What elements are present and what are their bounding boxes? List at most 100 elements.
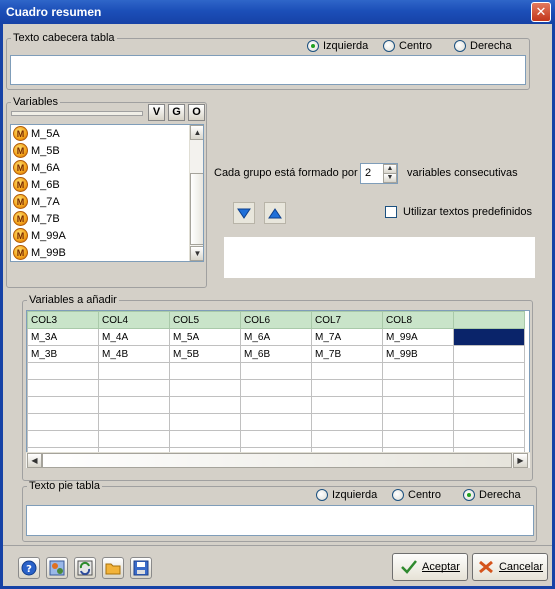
list-item[interactable]: M M_5B <box>11 142 203 159</box>
grid-cell[interactable] <box>382 413 454 431</box>
grid-cell[interactable] <box>240 396 312 414</box>
list-item[interactable]: M M_99B <box>11 244 203 261</box>
grid-cell[interactable]: M_4B <box>98 345 170 363</box>
grid-cell[interactable]: M_99A <box>382 328 454 346</box>
refresh-button[interactable] <box>74 557 96 579</box>
footer-text-input[interactable] <box>26 505 534 536</box>
list-item[interactable]: M M_7B <box>11 210 203 227</box>
save-button[interactable] <box>130 557 152 579</box>
radio[interactable] <box>383 40 395 52</box>
group-size-spinner[interactable]: 2 ▲ ▼ <box>360 163 398 184</box>
table-row[interactable]: M_3A M_4A M_5A M_6A M_7A M_99A <box>27 328 525 346</box>
header-align-left[interactable]: Izquierda <box>307 40 368 52</box>
grid-cell[interactable] <box>169 430 241 448</box>
scroll-left-button[interactable]: ◀ <box>27 453 42 468</box>
grid-cell[interactable] <box>27 396 99 414</box>
radio[interactable] <box>454 40 466 52</box>
grid-cell[interactable] <box>27 430 99 448</box>
accept-button[interactable]: Aceptar <box>392 553 468 581</box>
scroll-up-button[interactable]: ▲ <box>190 125 203 140</box>
grid-cell[interactable] <box>98 379 170 397</box>
scroll-right-button[interactable]: ▶ <box>513 453 528 468</box>
grid-cell[interactable] <box>27 362 99 380</box>
grid-cell-selected[interactable] <box>453 328 525 346</box>
grid-cell[interactable] <box>240 430 312 448</box>
grid-cell[interactable] <box>311 379 383 397</box>
column-header[interactable]: COL7 <box>311 311 383 329</box>
list-item[interactable]: M M_6B <box>11 176 203 193</box>
grid-cell[interactable] <box>382 396 454 414</box>
grid-cell[interactable]: M_99B <box>382 345 454 363</box>
footer-align-left[interactable]: Izquierda <box>316 489 377 501</box>
grid-cell[interactable] <box>453 379 525 397</box>
column-header[interactable]: COL4 <box>98 311 170 329</box>
column-header[interactable]: COL5 <box>169 311 241 329</box>
title-bar[interactable]: Cuadro resumen ✕ <box>0 0 555 24</box>
grid-cell[interactable] <box>27 379 99 397</box>
variables-o-button[interactable]: O <box>188 104 205 121</box>
grid-cell[interactable] <box>311 362 383 380</box>
radio-selected[interactable] <box>463 489 475 501</box>
grid-cell[interactable] <box>311 413 383 431</box>
grid-cell[interactable]: M_6B <box>240 345 312 363</box>
variables-list[interactable]: M M_5A M M_5B M M_6A M M_6B M M_7A M M_7B M M_9… <box>10 124 204 262</box>
grid-cell[interactable] <box>98 413 170 431</box>
column-header[interactable]: COL8 <box>382 311 454 329</box>
help-button[interactable]: ? <box>18 557 40 579</box>
list-item[interactable]: M M_5A <box>11 125 203 142</box>
grid-cell[interactable] <box>382 362 454 380</box>
list-item[interactable]: M M_99A <box>11 227 203 244</box>
scroll-thumb[interactable] <box>190 173 203 245</box>
close-button[interactable]: ✕ <box>531 2 551 22</box>
predefined-texts-checkbox[interactable] <box>385 206 397 218</box>
list-item[interactable]: M M_7A <box>11 193 203 210</box>
move-up-button[interactable] <box>264 202 286 224</box>
grid-cell[interactable] <box>240 413 312 431</box>
grid-cell[interactable] <box>311 430 383 448</box>
scroll-down-button[interactable]: ▼ <box>190 246 203 261</box>
settings-button[interactable] <box>46 557 68 579</box>
radio[interactable] <box>316 489 328 501</box>
variables-scrollbar[interactable]: ▲ ▼ <box>189 125 203 261</box>
grid-cell[interactable]: M_3A <box>27 328 99 346</box>
grid-cell[interactable]: M_5B <box>169 345 241 363</box>
spin-down-button[interactable]: ▼ <box>383 173 397 183</box>
header-align-right[interactable]: Derecha <box>454 40 512 52</box>
grid-cell[interactable] <box>240 379 312 397</box>
grid-cell[interactable] <box>98 396 170 414</box>
grid-cell[interactable]: M_7A <box>311 328 383 346</box>
grid-cell[interactable] <box>98 362 170 380</box>
grid-cell[interactable]: M_5A <box>169 328 241 346</box>
grid-cell[interactable] <box>453 345 525 363</box>
grid-cell[interactable] <box>169 413 241 431</box>
column-header[interactable]: COL6 <box>240 311 312 329</box>
radio-selected[interactable] <box>307 40 319 52</box>
move-down-button[interactable] <box>233 202 255 224</box>
header-text-input[interactable] <box>10 55 526 85</box>
grid-cell[interactable] <box>311 396 383 414</box>
radio[interactable] <box>392 489 404 501</box>
grid-cell[interactable] <box>382 430 454 448</box>
table-row[interactable] <box>27 413 525 431</box>
scroll-thumb[interactable] <box>42 453 512 468</box>
grid-cell[interactable]: M_6A <box>240 328 312 346</box>
open-folder-button[interactable] <box>102 557 124 579</box>
footer-align-right[interactable]: Derecha <box>463 489 521 501</box>
column-header[interactable]: COL3 <box>27 311 99 329</box>
table-row[interactable]: M_3B M_4B M_5B M_6B M_7B M_99B <box>27 345 525 363</box>
grid-cell[interactable] <box>453 396 525 414</box>
grid-cell[interactable] <box>453 413 525 431</box>
grid-cell[interactable] <box>169 379 241 397</box>
grid-cell[interactable] <box>169 362 241 380</box>
grid-horizontal-scrollbar[interactable]: ◀ ▶ <box>26 452 530 468</box>
grid-cell[interactable]: M_4A <box>98 328 170 346</box>
table-row[interactable] <box>27 379 525 397</box>
list-item[interactable]: M M_6A <box>11 159 203 176</box>
variables-g-button[interactable]: G <box>168 104 185 121</box>
table-row[interactable] <box>27 396 525 414</box>
grid-cell[interactable]: M_3B <box>27 345 99 363</box>
header-align-center[interactable]: Centro <box>383 40 432 52</box>
grid-cell[interactable] <box>453 430 525 448</box>
grid-cell[interactable] <box>27 413 99 431</box>
grid-cell[interactable] <box>240 362 312 380</box>
